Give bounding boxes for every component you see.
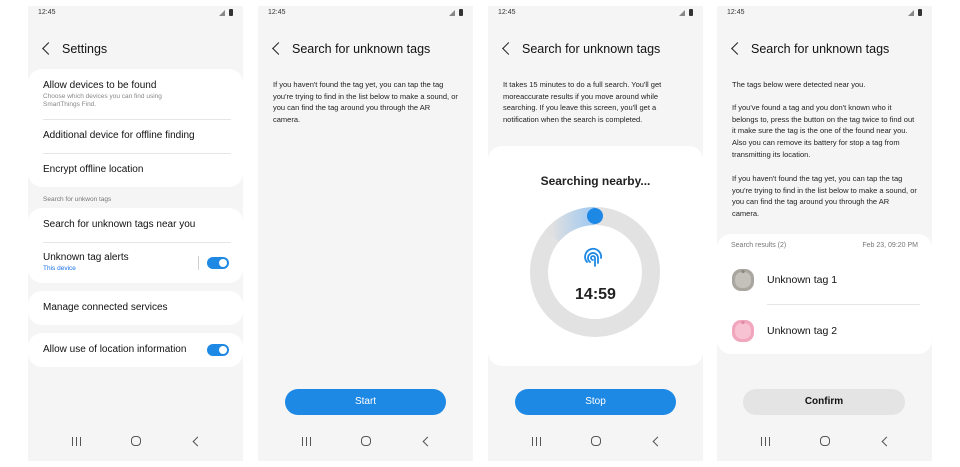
signal-icon [679,10,685,16]
recents-nav-icon[interactable] [302,437,311,446]
status-time: 12:45 [268,9,286,16]
location-info-toggle[interactable] [207,344,229,356]
searching-card: Searching nearby... 14:59 [488,146,703,366]
settings-card-find: Allow devices to be found Choose which d… [28,69,243,187]
fingerprint-scan-icon [584,247,602,267]
nav-bar [488,435,703,449]
manage-services-item[interactable]: Manage connected services [43,302,231,313]
search-results-date: Feb 23, 09:20 PM [862,242,918,249]
search-info-text: It takes 15 minutes to do a full search.… [503,80,662,125]
not-found-instructions: If you haven't found the tag yet, you ca… [732,174,917,219]
nav-bar [28,435,243,449]
back-nav-icon[interactable] [192,436,203,446]
manage-services-label: Manage connected services [43,302,168,313]
signal-icon [219,10,225,16]
additional-device-item[interactable]: Additional device for offline finding [43,130,231,141]
nav-bar [717,435,932,449]
unknown-tag-alerts-item[interactable]: Unknown tag alerts This device [43,252,231,273]
recents-nav-icon[interactable] [761,437,770,446]
section-label: Search for unkwon tags [43,196,112,203]
battery-icon [229,9,233,16]
signal-icon [908,10,914,16]
search-results-label: Search results (2) [731,242,787,249]
unknown-tag-alerts-label: Unknown tag alerts [43,252,129,263]
unknown-tag-alerts-sublabel: This device [43,265,76,272]
back-nav-icon[interactable] [422,436,433,446]
recents-nav-icon[interactable] [72,437,81,446]
back-nav-icon[interactable] [881,436,892,446]
stop-button[interactable]: Stop [515,389,676,415]
encrypt-offline-item[interactable]: Encrypt offline location [43,164,231,175]
header: Settings [40,42,235,58]
search-results-card: Search results (2) Feb 23, 09:20 PM Unkn… [717,234,932,354]
encrypt-offline-label: Encrypt offline location [43,164,144,175]
status-bar: 12:45 [727,9,922,21]
searching-screen: 12:45 Search for unknown tags It takes 1… [488,6,703,461]
start-button[interactable]: Start [285,389,446,415]
search-timer: 14:59 [575,286,616,303]
allow-devices-found-description: Choose which devices you can find using … [43,93,162,108]
home-nav-icon[interactable] [591,436,601,446]
header: Search for unknown tags [500,42,695,58]
additional-device-label: Additional device for offline finding [43,130,195,141]
page-title: Search for unknown tags [751,42,890,56]
status-bar: 12:45 [498,9,693,21]
results-screen: 12:45 Search for unknown tags The tags b… [717,6,932,461]
settings-card-tags: Search for unknown tags near you Unknown… [28,208,243,283]
found-tag-instructions: If you've found a tag and you don't know… [732,103,915,159]
status-time: 12:45 [498,9,516,16]
search-start-screen: 12:45 Search for unknown tags If you hav… [258,6,473,461]
home-nav-icon[interactable] [361,436,371,446]
divider [43,242,231,243]
divider [43,119,231,120]
status-bar: 12:45 [268,9,463,21]
unknown-tag-alerts-toggle[interactable] [207,257,229,269]
searching-label: Searching nearby... [540,174,651,188]
nav-bar [258,435,473,449]
page-title: Settings [62,42,108,56]
search-unknown-tags-item[interactable]: Search for unknown tags near you [43,219,231,230]
back-icon[interactable] [272,42,285,55]
header: Search for unknown tags [270,42,465,58]
tag-name: Unknown tag 1 [767,274,838,286]
detected-text: The tags below were detected near you. [732,80,866,89]
allow-devices-found-item[interactable]: Allow devices to be found Choose which d… [43,80,231,109]
allow-devices-found-label: Allow devices to be found [43,80,157,91]
page-title: Search for unknown tags [522,42,661,56]
tag-name: Unknown tag 2 [767,325,838,337]
home-nav-icon[interactable] [131,436,141,446]
divider [43,153,231,154]
signal-icon [449,10,455,16]
tag-device-icon [732,320,754,342]
search-unknown-tags-label: Search for unknown tags near you [43,219,196,230]
confirm-button[interactable]: Confirm [743,389,905,415]
divider [767,304,920,305]
battery-icon [918,9,922,16]
separator-line [198,256,199,270]
settings-card-location: Allow use of location information [28,333,243,367]
back-nav-icon[interactable] [652,436,663,446]
back-icon[interactable] [502,42,515,55]
status-time: 12:45 [38,9,56,16]
settings-card-services: Manage connected services [28,291,243,325]
home-nav-icon[interactable] [820,436,830,446]
location-info-item[interactable]: Allow use of location information [43,344,231,355]
search-progress-ring [530,206,660,337]
battery-icon [689,9,693,16]
settings-screen: 12:45 Settings Allow devices to be found… [28,6,243,461]
battery-icon [459,9,463,16]
location-info-label: Allow use of location information [43,344,187,355]
status-bar: 12:45 [38,9,233,21]
header: Search for unknown tags [729,42,924,58]
instructions-text: If you haven't found the tag yet, you ca… [273,80,458,125]
back-icon[interactable] [42,42,55,55]
tag-device-icon [732,269,754,291]
back-icon[interactable] [731,42,744,55]
status-time: 12:45 [727,9,745,16]
page-title: Search for unknown tags [292,42,431,56]
recents-nav-icon[interactable] [532,437,541,446]
